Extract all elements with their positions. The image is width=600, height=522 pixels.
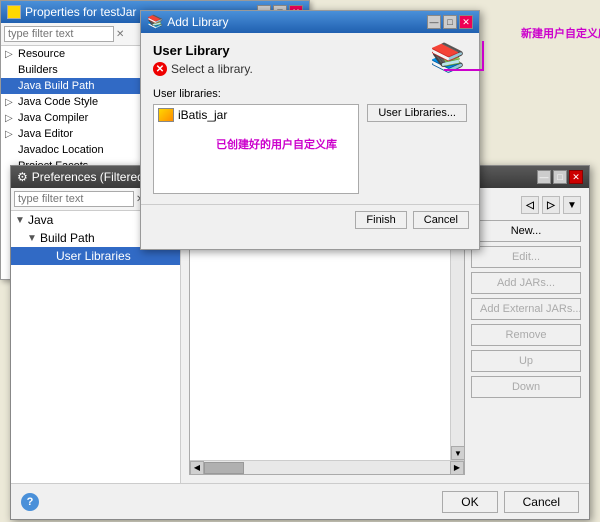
tree-item-java-build-path[interactable]: Java Build Path: [1, 78, 150, 94]
toolbar-menu-icon[interactable]: ▼: [563, 196, 581, 214]
tree-item-javadoc-location[interactable]: Javadoc Location: [1, 142, 150, 158]
preferences-list-inner: iBatis_jar: [190, 221, 450, 460]
pref-tree-label-build-path: Build Path: [40, 231, 95, 245]
add-library-close-btn[interactable]: ✕: [459, 15, 473, 29]
tree-item-java-code-style[interactable]: ▷ Java Code Style: [1, 94, 150, 110]
h-scroll-thumb[interactable]: [204, 462, 244, 474]
properties-title-icon: [7, 5, 21, 19]
properties-filter-bar: ✕: [1, 23, 150, 46]
tree-label-java-build-path: Java Build Path: [18, 80, 94, 92]
preferences-win-controls: — □ ✕: [537, 170, 583, 184]
add-library-libraries-label: User libraries:: [153, 88, 467, 100]
scroll-down-btn[interactable]: ▼: [451, 446, 464, 460]
arrow-line-vertical: [482, 41, 484, 71]
properties-filter-input[interactable]: [4, 26, 114, 42]
new-button[interactable]: New...: [471, 220, 581, 242]
tree-label-java-compiler: Java Compiler: [18, 112, 88, 124]
preferences-filter-input[interactable]: [14, 191, 134, 207]
add-library-minimize-btn[interactable]: —: [427, 15, 441, 29]
preferences-maximize-btn[interactable]: □: [553, 170, 567, 184]
pref-tree-label-java: Java: [28, 213, 53, 227]
add-external-jars-button[interactable]: Add External JARs...: [471, 298, 581, 320]
pref-tree-arrow-build-path: ▼: [27, 233, 37, 244]
scroll-left-btn[interactable]: ◀: [190, 461, 204, 475]
edit-button[interactable]: Edit...: [471, 246, 581, 268]
add-library-cancel-btn[interactable]: Cancel: [413, 211, 469, 229]
tree-label-javadoc-location: Javadoc Location: [18, 144, 104, 156]
vertical-scrollbar: ▲ ▼: [450, 221, 464, 460]
add-library-footer: Finish Cancel: [141, 204, 479, 235]
add-library-list-item[interactable]: iBatis_jar: [154, 105, 358, 125]
tree-item-java-compiler[interactable]: ▷ Java Compiler: [1, 110, 150, 126]
add-library-title-icon: 📚: [147, 14, 163, 30]
add-library-title: Add Library: [167, 15, 228, 29]
pref-tree-arrow-java: ▼: [15, 215, 25, 226]
add-library-item-name: iBatis_jar: [178, 108, 227, 122]
preferences-cancel-btn[interactable]: Cancel: [504, 491, 579, 513]
h-scroll-track: [204, 461, 450, 475]
error-icon: ✕: [153, 62, 167, 76]
add-library-win-controls: — □ ✕: [427, 15, 473, 29]
library-item-icon: [158, 108, 174, 122]
tree-label-resource: Resource: [18, 48, 65, 60]
up-button[interactable]: Up: [471, 350, 581, 372]
tree-arrow-resource: ▷: [5, 49, 15, 60]
book-decoration-icon: 📚: [430, 41, 465, 74]
preferences-footer: ? OK Cancel: [11, 483, 589, 519]
properties-title: Properties for testJar: [25, 5, 136, 19]
toolbar-forward-icon[interactable]: ▷: [542, 196, 560, 214]
add-library-error: ✕ Select a library.: [153, 62, 467, 76]
user-libraries-button[interactable]: User Libraries...: [367, 104, 467, 122]
properties-filter-clear[interactable]: ✕: [116, 29, 124, 40]
preferences-ok-btn[interactable]: OK: [442, 491, 497, 513]
help-icon[interactable]: ?: [21, 493, 39, 511]
tree-item-builders[interactable]: Builders: [1, 62, 150, 78]
preferences-list-container: iBatis_jar ▲ ▼ ◀: [189, 220, 465, 475]
preferences-close-btn[interactable]: ✕: [569, 170, 583, 184]
add-library-error-msg: Select a library.: [171, 62, 253, 76]
tree-arrow-java-compiler: ▷: [5, 113, 15, 124]
add-library-titlebar: 📚 Add Library — □ ✕: [141, 11, 479, 33]
toolbar-back-icon[interactable]: ◁: [521, 196, 539, 214]
tree-arrow-java-code-style: ▷: [5, 97, 15, 108]
add-library-window: 📚 Add Library — □ ✕ User Library ✕ Selec…: [140, 10, 480, 250]
tree-item-resource[interactable]: ▷ Resource: [1, 46, 150, 62]
horizontal-scrollbar: ◀ ▶: [190, 460, 464, 474]
preferences-title-icon: ⚙: [17, 170, 28, 184]
preferences-content-area: iBatis_jar ▲ ▼ ◀: [189, 220, 581, 475]
tree-item-java-editor[interactable]: ▷ Java Editor: [1, 126, 150, 142]
preferences-title: Preferences (Filtered): [32, 170, 148, 184]
scroll-track: [451, 235, 464, 446]
remove-button[interactable]: Remove: [471, 324, 581, 346]
add-library-list: iBatis_jar: [153, 104, 359, 194]
add-library-header: User Library: [153, 43, 467, 58]
tree-label-java-code-style: Java Code Style: [18, 96, 98, 108]
annotation-new-library: 新建用户自定义库: [521, 25, 600, 41]
scroll-right-btn[interactable]: ▶: [450, 461, 464, 475]
pref-tree-label-user-libraries: User Libraries: [56, 249, 131, 263]
preferences-toolbar-icons: ◁ ▷ ▼: [521, 196, 581, 214]
tree-label-builders: Builders: [18, 64, 58, 76]
preferences-action-buttons: New... Edit... Add JARs... Add External …: [471, 220, 581, 475]
preferences-minimize-btn[interactable]: —: [537, 170, 551, 184]
preferences-footer-buttons: OK Cancel: [442, 491, 579, 513]
add-library-finish-btn[interactable]: Finish: [355, 211, 406, 229]
add-jars-button[interactable]: Add JARs...: [471, 272, 581, 294]
tree-arrow-java-editor: ▷: [5, 129, 15, 140]
add-library-maximize-btn[interactable]: □: [443, 15, 457, 29]
preferences-list-body: iBatis_jar ▲ ▼: [190, 221, 464, 460]
down-button[interactable]: Down: [471, 376, 581, 398]
tree-label-java-editor: Java Editor: [18, 128, 73, 140]
